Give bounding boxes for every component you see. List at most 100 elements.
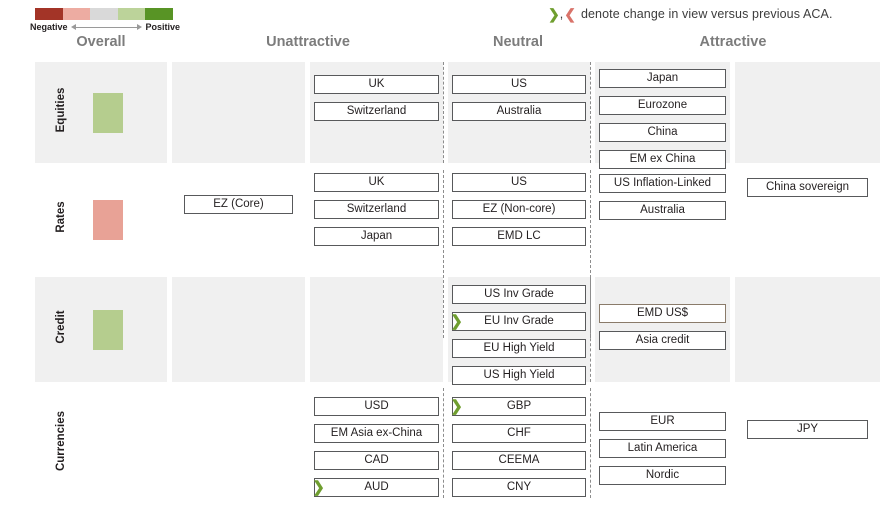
view-chip-label: China [647,125,678,138]
legend-negative-label: Negative [30,22,68,32]
view-chip[interactable]: EU High Yield [452,339,586,358]
view-chip[interactable]: JPY [747,420,868,439]
view-chip-label: Nordic [645,468,680,481]
view-chip[interactable]: US [452,173,586,192]
view-chip-label: China sovereign [765,180,850,193]
legend-double-arrow-icon [70,23,143,32]
view-chip[interactable]: US Inv Grade [452,285,586,304]
row-band-credit [310,277,443,382]
view-chip[interactable]: Asia credit [599,331,726,350]
view-chip-label: EZ (Core) [213,197,264,210]
gradient-swatch-4 [145,8,173,20]
column-divider [590,62,591,163]
column-divider [590,277,591,382]
row-label-rates: Rates [55,201,67,233]
row-band-equities [735,62,880,163]
column-divider [443,388,444,498]
view-chip-label: EUR [650,414,675,427]
view-chip[interactable]: ❯ EU Inv Grade [450,312,586,331]
view-chip-label: Eurozone [637,98,688,111]
overall-swatch-equities [93,92,123,133]
column-header-overall: Overall [76,34,126,50]
view-chip-label: AUD [364,480,389,493]
view-chip-label: Japan [360,229,393,242]
view-chip-label: Japan [646,71,679,84]
view-chip-label: US Inflation-Linked [613,176,712,189]
view-chip-label: US [511,175,527,188]
view-chip[interactable]: US [452,75,586,94]
view-chip[interactable]: EZ (Non-core) [452,200,586,219]
view-chip[interactable]: Japan [599,69,726,88]
gradient-swatch-1 [62,8,91,20]
overall-swatch-rates [93,200,123,240]
column-header-unattractive: Unattractive [266,34,350,50]
view-chip-label: UK [368,175,385,188]
row-band-equities [172,62,305,163]
column-divider [590,388,591,498]
view-chip[interactable]: China sovereign [747,178,868,197]
view-chip-label: EZ (Non-core) [482,202,556,215]
view-chip-label: EMD US$ [636,306,689,319]
view-chip-label: EM ex China [629,152,696,165]
view-chip[interactable]: CAD [314,451,439,470]
view-chip[interactable]: USD [314,397,439,416]
view-chip[interactable]: UK [314,75,439,94]
view-chip[interactable]: ❯ AUD [312,478,439,497]
view-chip[interactable]: Latin America [599,439,726,458]
view-chip[interactable]: EZ (Core) [184,195,293,214]
view-chip[interactable]: Switzerland [314,200,439,219]
view-chip[interactable]: EM Asia ex-China [314,424,439,443]
view-chip-label: UK [368,77,385,90]
view-chip-label: Australia [640,203,685,216]
view-chip-label: US [511,77,527,90]
change-legend-text: denote change in view versus previous AC… [580,7,833,21]
column-header-attractive: Attractive [699,34,767,50]
column-divider [443,62,444,163]
view-chip[interactable]: US Inflation-Linked [599,174,726,193]
view-chip[interactable]: UK [314,173,439,192]
view-chip[interactable]: ❯ GBP [450,397,586,416]
row-label-currencies: Currencies [55,410,67,472]
chevron-left-decrease-icon: ❮ [564,6,576,22]
view-chip[interactable]: CNY [452,478,586,497]
sentiment-gradient-legend [35,8,173,20]
view-chip[interactable]: Eurozone [599,96,726,115]
view-chip[interactable]: China [599,123,726,142]
view-chip-label: CEEMA [498,453,540,466]
gradient-swatch-3 [117,8,146,20]
view-chip[interactable]: EM ex China [599,150,726,169]
column-divider [443,170,444,338]
view-chip[interactable]: US High Yield [452,366,586,385]
legend-separator: , [559,7,564,21]
gradient-swatch-0 [35,8,63,20]
change-legend-note: ❯ , ❮ denote change in view versus previ… [548,5,833,23]
view-chip[interactable]: EMD US$ [599,304,726,323]
view-chip-label: EU High Yield [483,341,555,354]
view-chip-label: CHF [507,426,531,439]
view-chip[interactable]: EMD LC [452,227,586,246]
row-band-credit [735,277,880,382]
chevron-right-increase-icon: ❯ [450,313,463,330]
view-chip[interactable]: EUR [599,412,726,431]
view-chip-label: EMD LC [497,229,541,242]
row-band-credit [595,277,730,382]
view-chip[interactable]: Japan [314,227,439,246]
view-chip[interactable]: Australia [599,201,726,220]
view-chip[interactable]: CHF [452,424,586,443]
view-chip-label: USD [364,399,389,412]
view-chip-label: GBP [506,399,532,412]
gradient-swatch-2 [90,8,118,20]
view-chip-label: EM Asia ex-China [330,426,423,439]
view-chip[interactable]: CEEMA [452,451,586,470]
legend-positive-label: Positive [145,22,180,32]
view-chip[interactable]: Nordic [599,466,726,485]
view-chip-label: Australia [496,104,542,117]
row-label-equities: Equities [55,87,67,132]
view-chip-label: CAD [364,453,389,466]
view-chip[interactable]: Switzerland [314,102,439,121]
view-chip-label: Switzerland [346,104,407,117]
view-chip-label: Asia credit [635,333,690,346]
chevron-right-increase-icon: ❯ [548,6,560,22]
view-chip-label: CNY [506,480,532,493]
view-chip[interactable]: Australia [452,102,586,121]
